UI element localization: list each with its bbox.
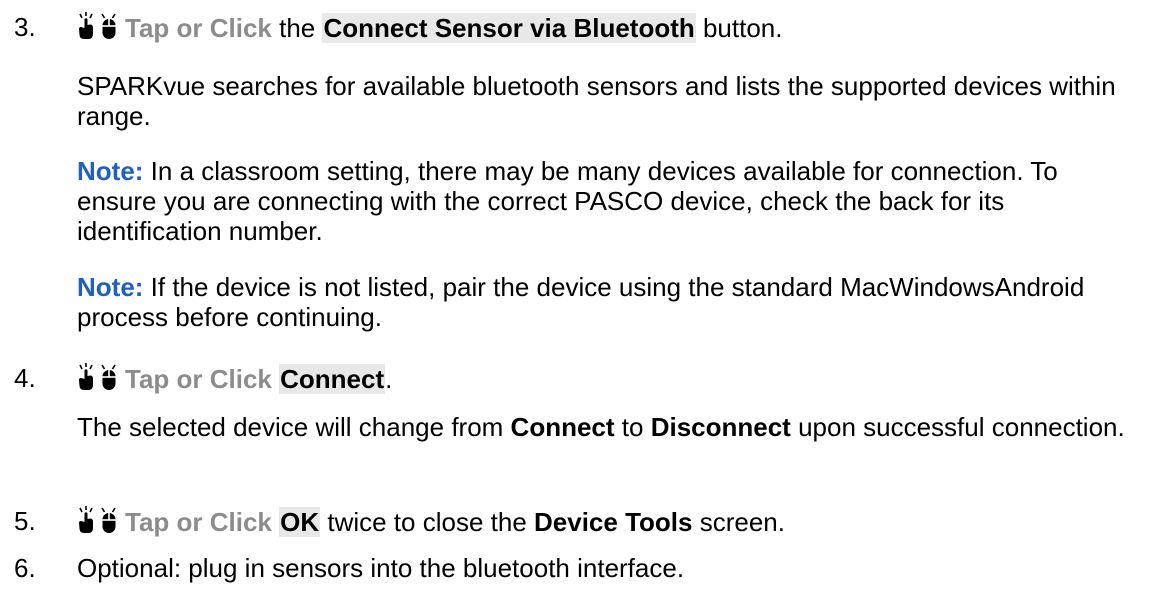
instruction-text: the bbox=[271, 13, 323, 43]
hand-tap-icon bbox=[77, 506, 95, 534]
note-label: Note: bbox=[77, 272, 144, 302]
hand-tap-icon bbox=[77, 12, 95, 40]
tap-click-icons bbox=[77, 506, 119, 534]
instruction-text: . bbox=[385, 364, 393, 394]
step-description: SPARKvue searches for available bluetoot… bbox=[77, 71, 1116, 131]
instruction-text: button. bbox=[695, 13, 783, 43]
description-text: to bbox=[614, 412, 651, 442]
note-label: Note: bbox=[77, 156, 144, 186]
description-text: The selected device will change from bbox=[77, 412, 511, 442]
step-number: 3. bbox=[14, 12, 36, 42]
note: Note: If the device is not listed, pair … bbox=[77, 272, 1137, 332]
mouse-click-icon bbox=[100, 506, 118, 534]
step-4: 4. Tap or Click Connect. The selected de… bbox=[14, 363, 1125, 442]
hand-tap-icon bbox=[77, 363, 95, 391]
step-number: 4. bbox=[14, 363, 36, 393]
step-instruction: Tap or Click the Connect Sensor via Blue… bbox=[77, 12, 783, 43]
connect-label: Connect bbox=[510, 412, 615, 442]
tap-click-icons bbox=[77, 363, 119, 391]
connect-button-reference: Connect bbox=[279, 364, 386, 394]
tap-or-click-label: Tap or Click bbox=[125, 507, 272, 537]
note-text: In a classroom setting, there may be man… bbox=[77, 156, 1058, 246]
description-text: upon successful connection. bbox=[790, 412, 1125, 442]
step-description: The selected device will change from Con… bbox=[77, 412, 1137, 442]
note: Note: In a classroom setting, there may … bbox=[77, 156, 1137, 246]
ok-button-reference: OK bbox=[279, 507, 321, 537]
note-text: If the device is not listed, pair the de… bbox=[77, 272, 1085, 332]
tap-click-icons bbox=[77, 12, 119, 40]
step-5: 5. Tap or Click OK twice to close the De… bbox=[14, 506, 785, 537]
mouse-click-icon bbox=[100, 12, 118, 40]
step-3: 3. Tap or Click the Connect Sensor via B… bbox=[14, 12, 1116, 332]
connect-sensor-via-bluetooth-button-reference: Connect Sensor via Bluetooth bbox=[322, 13, 696, 43]
step-instruction: Optional: plug in sensors into the bluet… bbox=[77, 553, 685, 583]
step-number: 6. bbox=[14, 553, 36, 583]
tap-or-click-label: Tap or Click bbox=[125, 13, 272, 43]
step-6: 6. Optional: plug in sensors into the bl… bbox=[14, 553, 684, 583]
step-instruction: Tap or Click OK twice to close the Devic… bbox=[77, 506, 785, 537]
instruction-text: screen. bbox=[692, 507, 785, 537]
instruction-text: twice to close the bbox=[320, 507, 535, 537]
step-number: 5. bbox=[14, 506, 36, 536]
device-tools-label: Device Tools bbox=[534, 507, 693, 537]
disconnect-label: Disconnect bbox=[650, 412, 791, 442]
step-instruction: Tap or Click Connect. bbox=[77, 363, 392, 394]
tap-or-click-label: Tap or Click bbox=[125, 364, 272, 394]
mouse-click-icon bbox=[100, 363, 118, 391]
